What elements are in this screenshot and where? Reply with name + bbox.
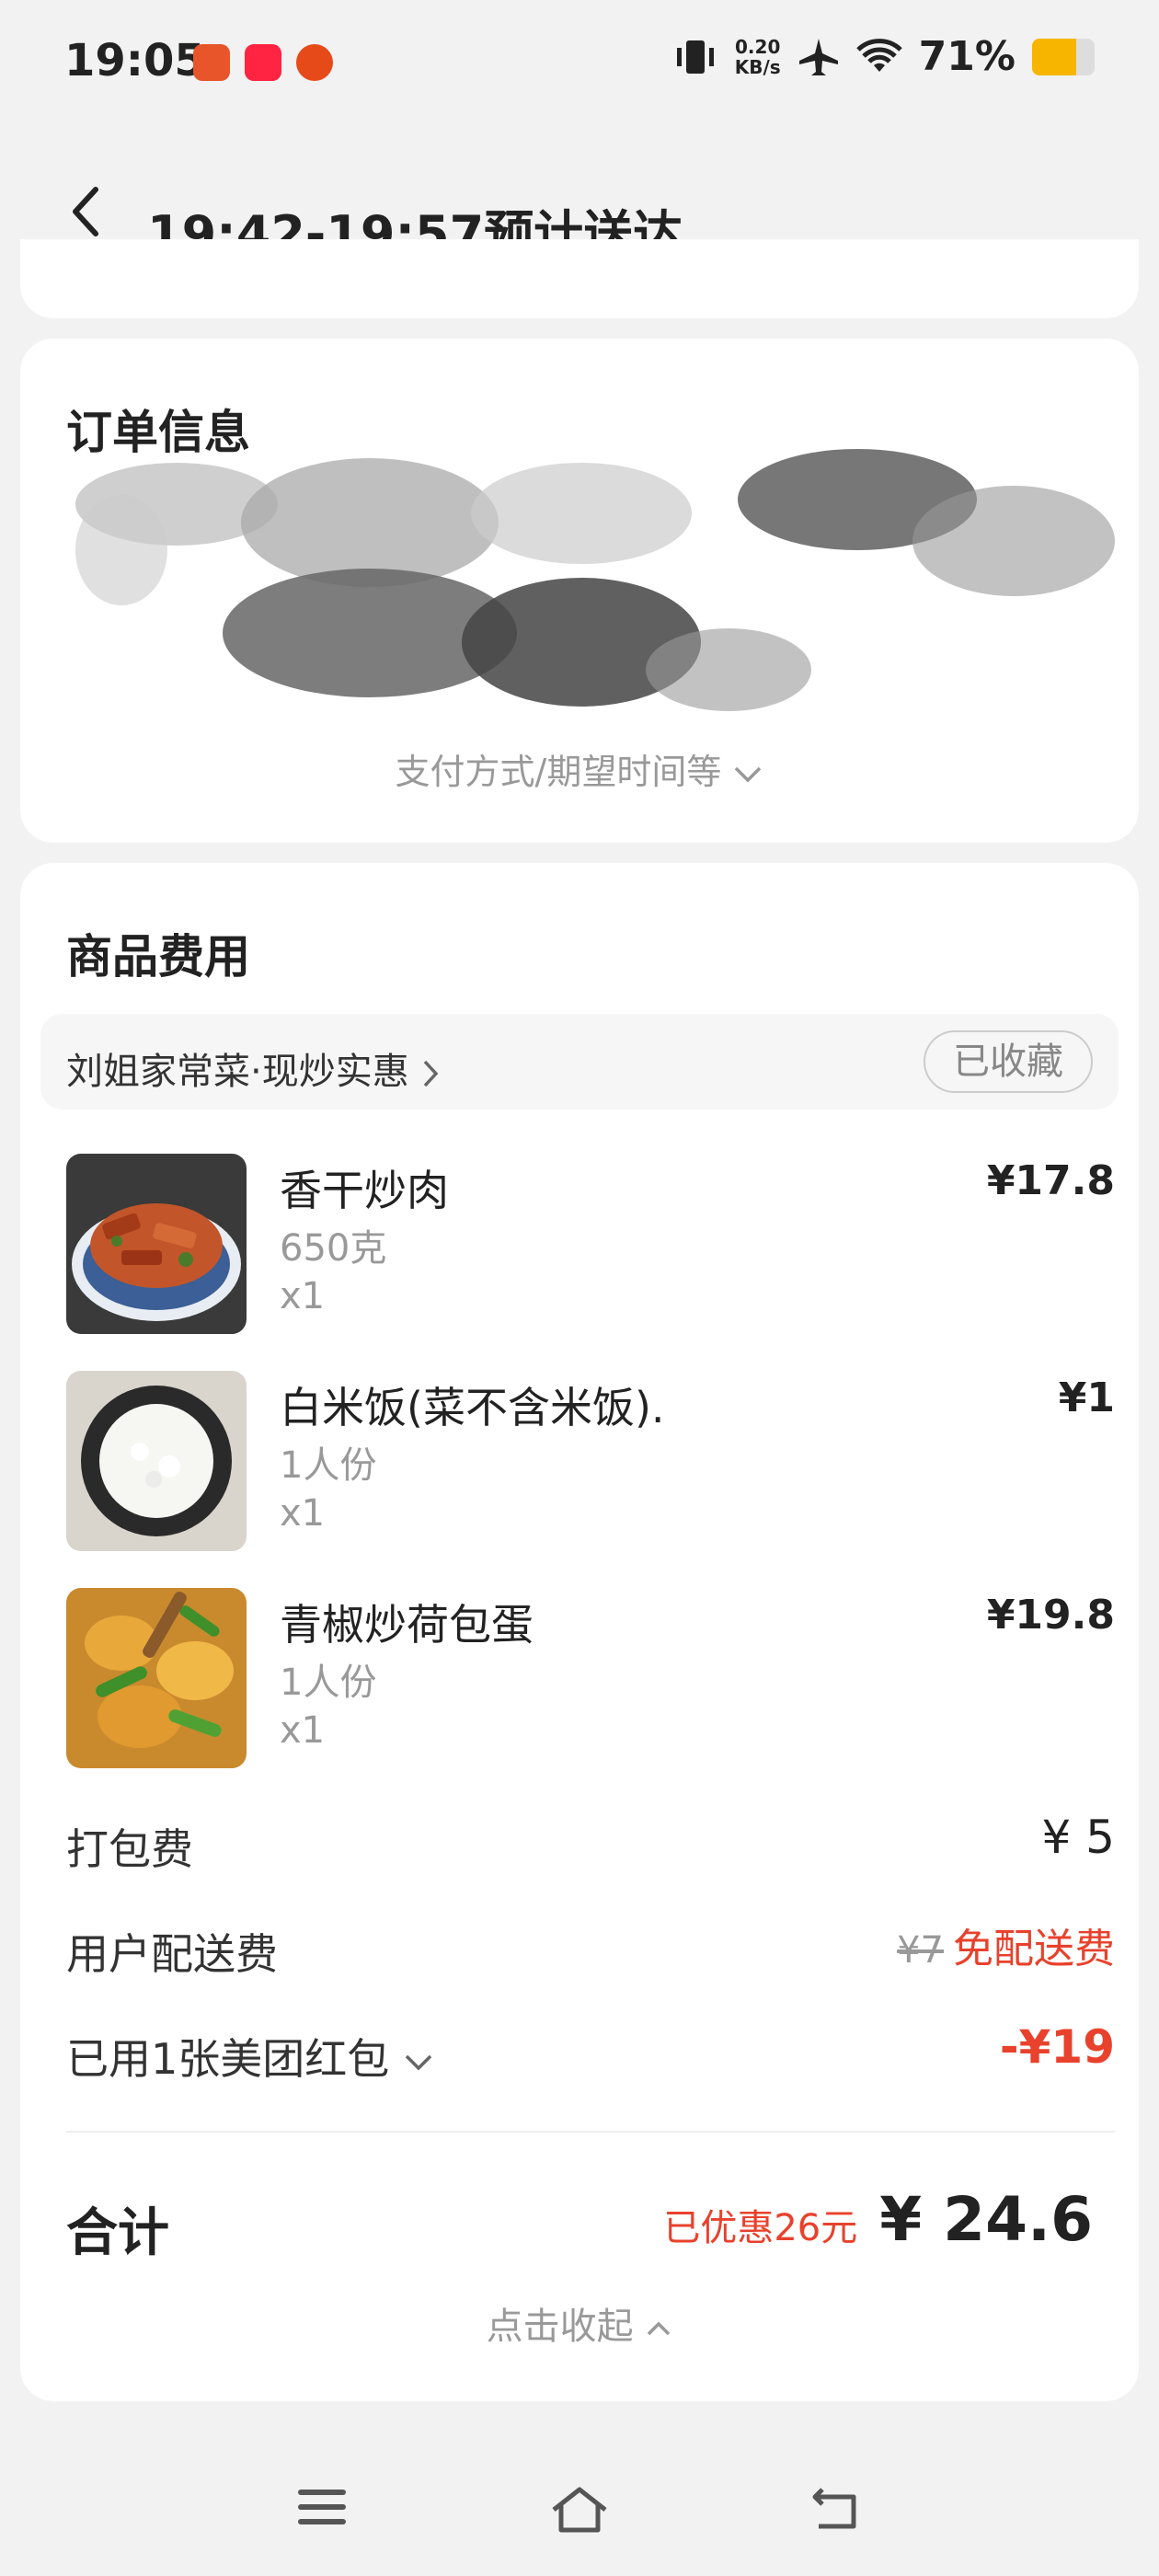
- item-qty: x1: [280, 1492, 326, 1535]
- item-name: 香干炒肉: [280, 1166, 449, 1215]
- net-speed: 0.20 KB/s: [735, 37, 781, 77]
- net-speed-value: 0.20: [735, 35, 781, 58]
- previous-card-bottom: [20, 239, 1139, 318]
- vibrate-icon: [676, 40, 714, 74]
- item-price: ¥17.8: [986, 1157, 1115, 1204]
- item-spec: 650克: [280, 1227, 387, 1270]
- order-item[interactable]: 青椒炒荷包蛋 1人份 x1 ¥19.8: [66, 1588, 1115, 1768]
- menu-icon[interactable]: [294, 2484, 350, 2530]
- item-price: ¥19.8: [986, 1592, 1115, 1639]
- delivery-fee-row: 用户配送费 ¥7 免配送费: [66, 1915, 1115, 1980]
- app-icon-orange: [193, 44, 230, 81]
- chevron-down-icon: [735, 766, 762, 782]
- delivery-fee-value: ¥7 免配送费: [897, 1915, 1115, 1974]
- total-label: 合计: [66, 2203, 169, 2263]
- system-nav-bar: [0, 2429, 1159, 2576]
- packing-fee-value: ¥ 5: [1041, 1811, 1115, 1864]
- item-spec: 1人份: [280, 1444, 377, 1487]
- collected-button[interactable]: 已收藏: [924, 1030, 1093, 1093]
- home-icon[interactable]: [548, 2484, 611, 2536]
- shop-link[interactable]: 刘姐家常菜·现炒实惠: [66, 1041, 441, 1095]
- item-qty: x1: [280, 1275, 326, 1317]
- app-icon-red: [296, 44, 333, 81]
- battery-percent: 71%: [918, 33, 1016, 80]
- item-spec: 1人份: [280, 1662, 377, 1704]
- free-delivery-label: 免配送费: [953, 1926, 1115, 1972]
- back-nav-icon[interactable]: [809, 2484, 865, 2534]
- battery-fill: [1032, 38, 1077, 75]
- packing-fee-row: 打包费 ¥ 5: [66, 1811, 1115, 1875]
- total-amount: ¥ 24.6: [879, 2184, 1093, 2255]
- coupon-value: -¥19: [999, 2020, 1115, 2074]
- chevron-up-icon: [648, 2321, 671, 2336]
- goods-fee-title: 商品费用: [66, 930, 250, 983]
- divider: [66, 2131, 1115, 2133]
- collapse-label: 点击收起: [486, 2306, 634, 2348]
- coupon-row[interactable]: 已用1张美团红包 -¥19: [66, 2020, 1115, 2085]
- item-image-pork-tofu: [66, 1154, 247, 1334]
- battery-icon: [1032, 38, 1095, 75]
- order-info-card: 订单信息 支付方式/期望时间等: [20, 339, 1139, 843]
- status-bar: 19:05 0.20 KB/s 71%: [0, 0, 1159, 129]
- item-image-egg-pepper: [66, 1588, 247, 1768]
- net-speed-unit: KB/s: [734, 55, 781, 78]
- coupon-label-wrap[interactable]: 已用1张美团红包: [66, 2026, 434, 2087]
- coupon-label: 已用1张美团红包: [66, 2034, 390, 2084]
- saved-amount: 已优惠26元: [663, 2207, 858, 2249]
- order-item[interactable]: 香干炒肉 650克 x1 ¥17.8: [66, 1154, 1115, 1334]
- goods-fee-card: 商品费用 刘姐家常菜·现炒实惠 已收藏 香干炒肉 650克 x1 ¥17.8 白…: [20, 863, 1139, 2401]
- status-time: 19:05: [64, 35, 205, 86]
- shop-row[interactable]: 刘姐家常菜·现炒实惠 已收藏: [40, 1014, 1119, 1110]
- collapse-link[interactable]: 点击收起: [20, 2296, 1139, 2350]
- item-image-rice: [66, 1371, 247, 1551]
- order-item[interactable]: 白米饭(菜不含米饭). 1人份 x1 ¥1: [66, 1371, 1115, 1551]
- expand-label: 支付方式/期望时间等: [395, 752, 722, 792]
- chevron-down-icon: [405, 2054, 432, 2070]
- redacted-scribble: [75, 449, 1115, 711]
- app-icon-xiaohongshu: [245, 44, 281, 81]
- delivery-fee-original: ¥7: [897, 1929, 944, 1972]
- item-qty: x1: [280, 1709, 326, 1752]
- item-name: 青椒炒荷包蛋: [280, 1600, 534, 1650]
- packing-fee-label: 打包费: [66, 1824, 193, 1874]
- status-right: 0.20 KB/s 71%: [672, 33, 1095, 80]
- payment-details-expand[interactable]: 支付方式/期望时间等: [20, 743, 1139, 794]
- wifi-icon: [855, 38, 902, 72]
- delivery-fee-label: 用户配送费: [66, 1929, 278, 1979]
- item-price: ¥1: [1058, 1374, 1115, 1421]
- chevron-right-icon: [424, 1060, 439, 1087]
- item-name: 白米饭(菜不含米饭).: [280, 1383, 665, 1432]
- total-right: 已优惠26元 ¥ 24.6: [663, 2184, 1093, 2255]
- airplane-icon: [798, 38, 838, 75]
- back-arrow-icon[interactable]: [63, 184, 109, 239]
- shop-name: 刘姐家常菜·现炒实惠: [66, 1051, 409, 1093]
